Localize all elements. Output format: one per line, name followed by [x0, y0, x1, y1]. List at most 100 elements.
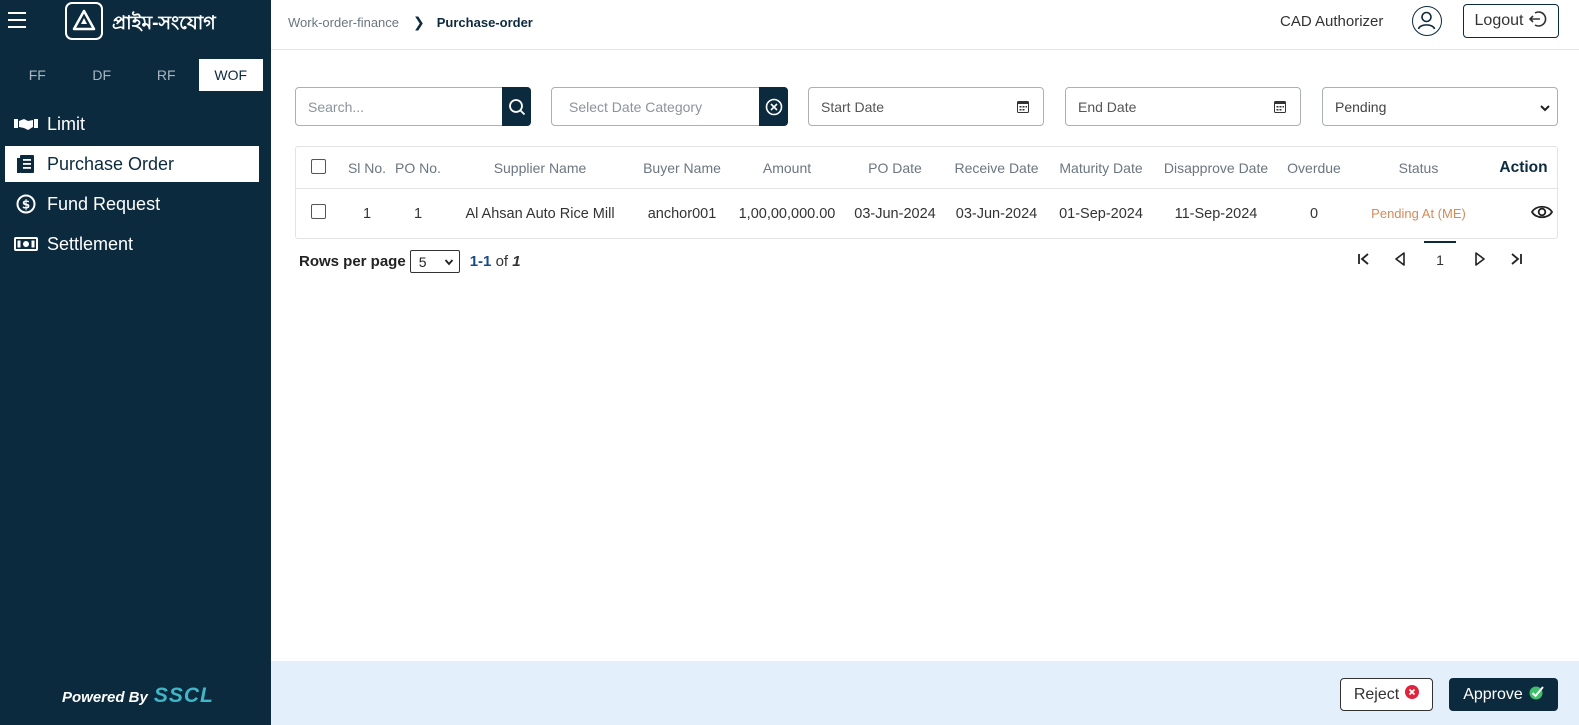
sidebar-nav: Limit Purchase Order $ Fund Request Sett… [5, 106, 259, 266]
start-date-input[interactable]: Start Date [808, 87, 1044, 126]
range-value: 1-1 [469, 253, 492, 270]
brand-logo: SSCL [153, 684, 214, 707]
logout-button[interactable]: Logout [1463, 4, 1559, 38]
first-page-icon[interactable] [1346, 241, 1382, 277]
sidebar-item-fund-request[interactable]: $ Fund Request [5, 186, 259, 222]
col-overdue: Overdue [1287, 159, 1341, 176]
cell-maturity-date: 01-Sep-2024 [1059, 205, 1143, 222]
sidebar-item-purchase-order[interactable]: Purchase Order [5, 146, 259, 182]
cell-po-date: 03-Jun-2024 [854, 205, 936, 222]
rows-per-page: Rows per page 5 1-1 of 1 [299, 250, 521, 273]
logout-label: Logout [1474, 12, 1524, 29]
col-status: Status [1398, 159, 1439, 176]
sidebar-item-settlement[interactable]: Settlement [5, 226, 259, 262]
tab-rf[interactable]: RF [134, 59, 199, 91]
sidebar: প্রাইম-সংযোগ FF DF RF WOF Limit Purchase… [0, 0, 271, 725]
col-amount: Amount [762, 159, 812, 176]
cell-sl-no: 1 [362, 205, 372, 222]
calendar-icon[interactable] [1017, 100, 1029, 116]
calendar-icon[interactable] [1274, 100, 1286, 116]
tab-df[interactable]: DF [70, 59, 135, 91]
powered-by: Powered By SSCL [62, 684, 214, 708]
sidebar-item-limit[interactable]: Limit [5, 106, 259, 142]
dollar-coin-icon: $ [13, 194, 39, 214]
col-supplier-name: Supplier Name [493, 159, 587, 176]
sidebar-item-label: Purchase Order [47, 153, 175, 174]
action-footer: Reject Approve [271, 661, 1579, 725]
chevron-down-icon [1539, 101, 1551, 117]
search-icon[interactable] [502, 87, 531, 126]
cell-disapprove-date: 11-Sep-2024 [1174, 205, 1258, 222]
start-date-placeholder: Start Date [821, 98, 885, 115]
col-receive-date: Receive Date [954, 159, 1039, 176]
sidebar-item-label: Settlement [47, 233, 134, 254]
col-po-no: PO No. [395, 159, 441, 176]
rows-per-page-value: 5 [418, 253, 427, 270]
svg-text:$: $ [22, 198, 30, 212]
prev-page-icon[interactable] [1382, 241, 1418, 277]
date-category-select[interactable]: Select Date Category [551, 87, 788, 126]
table-header-row: Sl No. PO No. Supplier Name Buyer Name A… [296, 147, 1557, 189]
last-page-icon[interactable] [1498, 241, 1534, 277]
search-input[interactable]: Search... [295, 87, 531, 126]
page-range: 1-1 of 1 [470, 253, 521, 270]
chevron-right-icon: ❯ [413, 14, 425, 30]
logout-icon [1529, 10, 1547, 33]
reject-button[interactable]: Reject [1340, 678, 1433, 711]
hamburger-menu-icon[interactable] [8, 12, 26, 28]
cell-amount: 1,00,00,000.00 [738, 205, 836, 222]
col-maturity-date: Maturity Date [1059, 159, 1143, 176]
search-placeholder: Search... [308, 98, 365, 115]
cell-overdue: 0 [1309, 205, 1319, 222]
range-of-label: of [495, 253, 509, 270]
user-avatar-icon[interactable] [1412, 6, 1442, 36]
table-row: 1 1 Al Ahsan Auto Rice Mill anchor001 1,… [296, 189, 1557, 238]
range-total: 1 [512, 253, 521, 270]
row-checkbox[interactable] [310, 204, 326, 219]
breadcrumb-parent[interactable]: Work-order-finance [288, 15, 399, 30]
handshake-icon [13, 114, 39, 134]
approve-check-icon [1529, 685, 1544, 705]
select-all-checkbox[interactable] [310, 158, 326, 174]
view-eye-icon[interactable] [1530, 204, 1554, 224]
breadcrumb-current: Purchase-order [436, 15, 533, 30]
approve-label: Approve [1463, 685, 1523, 703]
col-disapprove-date: Disapprove Date [1163, 159, 1269, 176]
purchase-order-table: Sl No. PO No. Supplier Name Buyer Name A… [295, 146, 1558, 239]
document-icon [13, 154, 39, 174]
sidebar-item-label: Fund Request [47, 193, 161, 214]
page-number-current[interactable]: 1 [1424, 241, 1456, 277]
program-tabs: FF DF RF WOF [5, 59, 263, 91]
approve-button[interactable]: Approve [1449, 678, 1558, 711]
clear-icon[interactable] [759, 87, 788, 126]
rows-per-page-label: Rows per page [299, 253, 406, 270]
status-badge: Pending At (ME) [1371, 205, 1466, 221]
app-logo-text: প্রাইম-সংযোগ [112, 13, 216, 34]
breadcrumb: Work-order-finance ❯ Purchase-order [288, 14, 533, 31]
cell-supplier-name: Al Ahsan Auto Rice Mill [465, 205, 615, 222]
sidebar-item-label: Limit [47, 113, 86, 134]
cell-receive-date: 03-Jun-2024 [955, 205, 1038, 222]
col-buyer-name: Buyer Name [643, 159, 721, 176]
chevron-down-icon [444, 254, 454, 270]
pagination: 1 [1346, 241, 1534, 277]
tab-ff[interactable]: FF [5, 59, 70, 91]
cash-icon [13, 234, 39, 254]
reject-label: Reject [1353, 685, 1400, 703]
user-name: CAD Authorizer [1280, 13, 1384, 30]
rows-per-page-select[interactable]: 5 [409, 250, 460, 273]
top-header: Work-order-finance ❯ Purchase-order CAD … [271, 0, 1579, 50]
cell-buyer-name: anchor001 [647, 205, 717, 222]
cell-po-no: 1 [413, 205, 423, 222]
end-date-placeholder: End Date [1078, 98, 1137, 115]
tab-wof[interactable]: WOF [198, 59, 263, 91]
col-sl-no: Sl No. [347, 159, 387, 176]
next-page-icon[interactable] [1462, 241, 1498, 277]
powered-by-label: Powered By [62, 689, 148, 706]
end-date-input[interactable]: End Date [1065, 87, 1301, 126]
col-action: Action [1499, 158, 1548, 176]
status-select-value: Pending [1335, 98, 1387, 115]
date-category-placeholder: Select Date Category [569, 98, 703, 115]
status-select[interactable]: Pending [1322, 87, 1558, 126]
logo-icon [65, 2, 103, 40]
